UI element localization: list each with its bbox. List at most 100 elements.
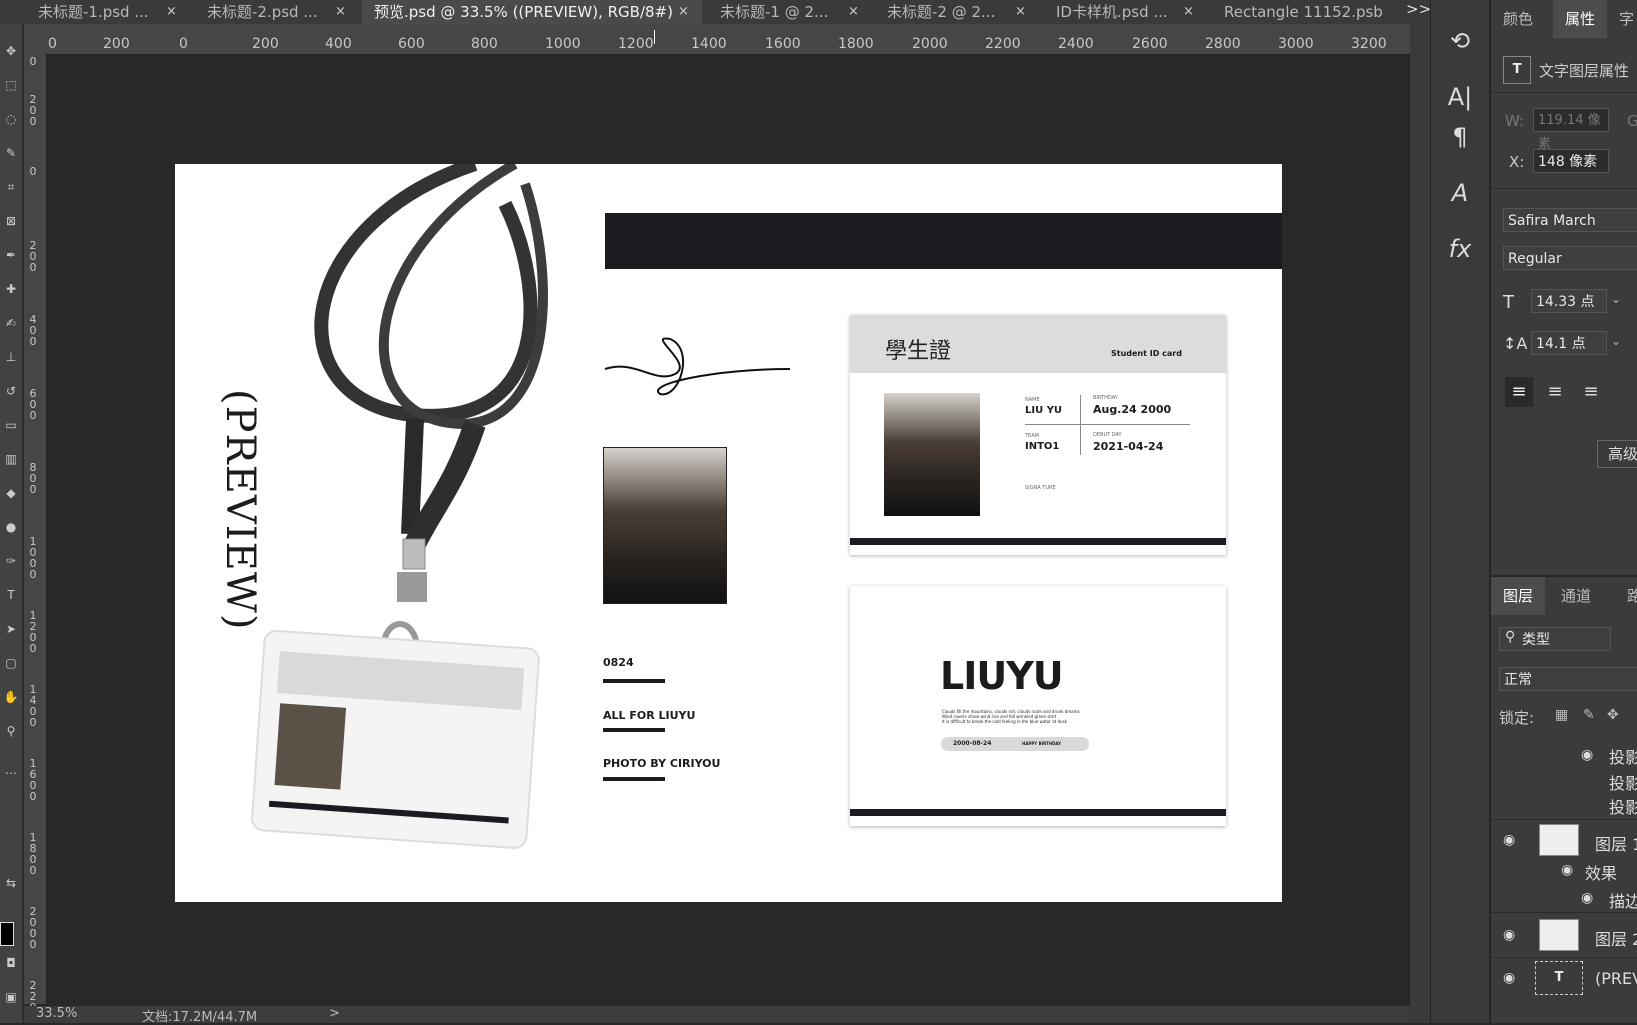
ruler-label: 1800	[838, 36, 874, 52]
hand-tool-icon[interactable]: ✋	[2, 688, 20, 706]
tab-untitled-2[interactable]: 未标题-2.psd ... ×	[207, 0, 346, 24]
tab-untitled-1-copy[interactable]: 未标题-1 @ 2... ×	[720, 0, 859, 24]
layer-row[interactable]: 图层 1	[1595, 831, 1637, 855]
blend-mode-select[interactable]: 正常	[1499, 667, 1637, 691]
font-family-select[interactable]: Safira March	[1503, 208, 1637, 232]
stamp-icon[interactable]: ⊥	[2, 348, 20, 366]
chevron-down-icon[interactable]: ⌄	[1611, 334, 1621, 348]
team-value: INTO1	[1025, 441, 1060, 452]
layer-effect-row[interactable]: 投影	[1609, 770, 1637, 794]
character-icon[interactable]: A|	[1443, 80, 1477, 114]
zoom-level[interactable]: 33.5%	[36, 1006, 77, 1021]
align-center-icon[interactable]: ≡	[1541, 377, 1569, 407]
ruler-label: 200	[252, 36, 279, 52]
font-size-field[interactable]: 14.33 点	[1531, 289, 1607, 313]
close-icon[interactable]: ×	[1183, 0, 1194, 24]
layer-row[interactable]: (PREV	[1595, 969, 1637, 988]
underline	[603, 728, 665, 732]
lock-paint-icon[interactable]: ✎	[1583, 707, 1595, 723]
tab-paths[interactable]: 路	[1627, 577, 1637, 615]
brush-icon[interactable]: ✍	[2, 314, 20, 332]
layer-effects-row[interactable]: 效果	[1585, 860, 1617, 884]
fx-styles-icon[interactable]: fx	[1443, 232, 1477, 266]
lanyard-clip	[402, 538, 426, 570]
eye-icon[interactable]: ◉	[1503, 927, 1515, 943]
align-right-icon[interactable]: ≡	[1577, 377, 1605, 407]
back-name: LIUYU	[940, 654, 1064, 698]
tab-untitled-2-copy[interactable]: 未标题-2 @ 2... ×	[887, 0, 1026, 24]
paragraph-icon[interactable]: ¶	[1443, 120, 1477, 154]
brush-select-icon[interactable]: ✎	[2, 144, 20, 162]
document-canvas[interactable]: (PREVIEW) 0824 ALL FOR LIUYU PHOTO BY CI…	[175, 164, 1282, 902]
layer-filter-select[interactable]: 类型	[1499, 627, 1611, 651]
glyphs-icon[interactable]: A	[1443, 176, 1477, 210]
close-icon[interactable]: ×	[1015, 0, 1026, 24]
close-icon[interactable]: ×	[678, 0, 689, 24]
healing-icon[interactable]: ✚	[2, 280, 20, 298]
close-icon[interactable]: ×	[166, 0, 177, 24]
tab-color[interactable]: 颜色	[1503, 0, 1533, 38]
font-style-select[interactable]: Regular	[1503, 246, 1637, 270]
foreground-color-swatch[interactable]	[0, 922, 14, 946]
marquee-tool-icon[interactable]: ⬚	[2, 76, 20, 94]
layer-row[interactable]: 图层 2	[1595, 926, 1637, 950]
lock-transparent-icon[interactable]: ▦	[1555, 707, 1568, 723]
layer-effect-row[interactable]: 投影	[1609, 744, 1637, 768]
advanced-button[interactable]: 高级	[1597, 440, 1637, 468]
path-select-icon[interactable]: ➤	[2, 620, 20, 638]
history-brush-icon[interactable]: ↺	[2, 382, 20, 400]
eye-icon[interactable]: ◉	[1561, 862, 1573, 878]
status-menu-arrow[interactable]: >	[329, 1006, 340, 1021]
width-field[interactable]: 119.14 像素	[1533, 108, 1609, 152]
ruler-label: 400	[29, 313, 37, 348]
leading-field[interactable]: 14.1 点	[1531, 331, 1607, 355]
blur-icon[interactable]: ◆	[2, 484, 20, 502]
type-tool-icon[interactable]: T	[2, 586, 20, 604]
eye-icon[interactable]: ◉	[1581, 747, 1593, 763]
tab-rectangle[interactable]: Rectangle 11152.psb	[1224, 0, 1383, 24]
close-icon[interactable]: ×	[335, 0, 346, 24]
tab-untitled-1[interactable]: 未标题-1.psd ... ×	[38, 0, 177, 24]
screen-mode-icon[interactable]: ▣	[2, 988, 20, 1006]
lasso-tool-icon[interactable]: ◌	[2, 110, 20, 128]
tab-preview-active[interactable]: 预览.psd @ 33.5% ((PREVIEW), RGB/8#) ×	[362, 0, 702, 24]
crop-tool-icon[interactable]: ⌗	[2, 178, 20, 196]
swap-colors-icon[interactable]: ⇆	[2, 874, 20, 892]
chevron-down-icon[interactable]: ⌄	[1611, 292, 1621, 306]
eye-icon[interactable]: ◉	[1503, 832, 1515, 848]
history-icon[interactable]: ⟲	[1443, 24, 1477, 58]
eye-icon[interactable]: ◉	[1503, 970, 1515, 986]
shape-tool-icon[interactable]: ▢	[2, 654, 20, 672]
birthday-value: Aug.24 2000	[1093, 403, 1172, 416]
tab-extra[interactable]: 字	[1619, 0, 1634, 38]
lanyard-loop	[314, 164, 538, 423]
ruler-label: 400	[325, 36, 352, 52]
layer-effect-row[interactable]: 投影	[1609, 794, 1637, 818]
more-tools-icon[interactable]: ⋯	[2, 764, 20, 782]
tab-channels[interactable]: 通道	[1561, 577, 1591, 615]
horizontal-ruler: 0 200 0 200 400 600 800 1000 1200 1400 1…	[24, 24, 1410, 55]
pen-icon[interactable]: ✑	[2, 552, 20, 570]
tab-overflow-button[interactable]: >>	[1406, 0, 1431, 18]
zoom-tool-icon[interactable]: ⚲	[2, 722, 20, 740]
tab-layers[interactable]: 图层	[1491, 577, 1546, 615]
eye-icon[interactable]: ◉	[1581, 890, 1593, 906]
gradient-icon[interactable]: ▥	[2, 450, 20, 468]
lock-move-icon[interactable]: ✥	[1607, 707, 1619, 723]
signature-left	[604, 337, 791, 396]
dodge-icon[interactable]: ●	[2, 518, 20, 536]
eraser-icon[interactable]: ▭	[2, 416, 20, 434]
tab-id-card-mockup[interactable]: ID卡样机.psd ... ×	[1056, 0, 1194, 24]
vertical-scrollbar[interactable]	[1410, 24, 1430, 1023]
move-tool-icon[interactable]: ✥	[2, 42, 20, 60]
close-icon[interactable]: ×	[848, 0, 859, 24]
layer-effect-row[interactable]: 描边	[1609, 888, 1637, 912]
x-position-field[interactable]: 148 像素	[1533, 149, 1609, 173]
ruler-label: 3000	[1278, 36, 1314, 52]
tab-properties[interactable]: 属性	[1553, 0, 1608, 38]
frame-tool-icon[interactable]: ⊠	[2, 212, 20, 230]
align-left-icon[interactable]: ≡	[1505, 377, 1533, 407]
ruler-label: 1400	[29, 683, 37, 729]
eyedropper-icon[interactable]: ✒	[2, 246, 20, 264]
quick-mask-icon[interactable]: ◘	[2, 954, 20, 972]
